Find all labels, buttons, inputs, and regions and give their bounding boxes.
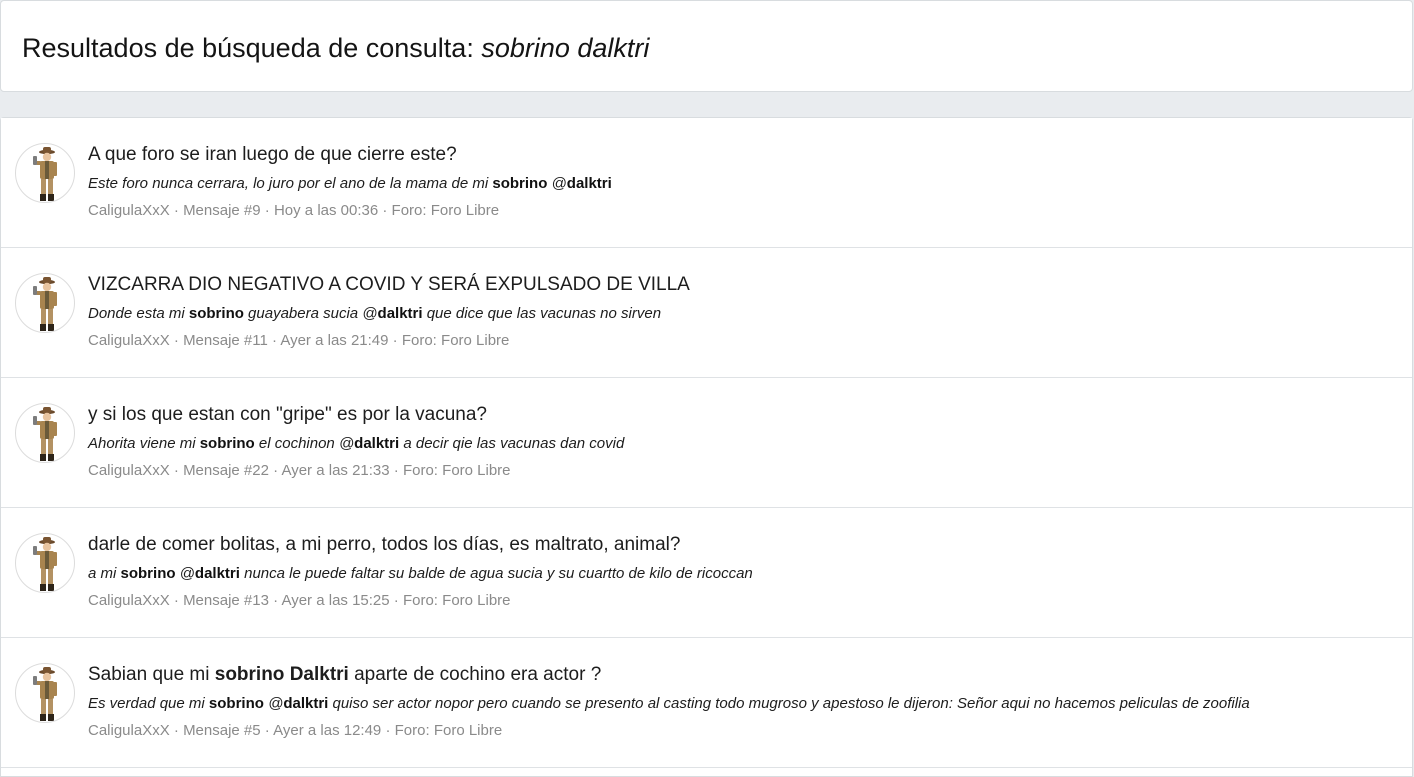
forum-label: Foro: <box>401 332 437 349</box>
result-snippet: Este foro nunca cerrara, lo juro por el … <box>88 175 612 192</box>
message-number: Mensaje #5 <box>183 722 261 739</box>
user-avatar[interactable] <box>15 403 75 463</box>
post-time: Ayer a las 15:25 <box>281 592 390 609</box>
search-query: sobrino dalktri <box>481 33 650 63</box>
post-time: Ayer a las 12:49 <box>273 722 382 739</box>
search-result: darle de comer bolitas, a mi perro, todo… <box>1 508 1412 638</box>
highlighted-match: sobrino <box>199 435 255 452</box>
highlighted-match: dalktri <box>566 175 612 192</box>
highlighted-match: sobrino <box>120 565 176 582</box>
search-result: VIZCARRA DIO NEGATIVO A COVID Y SERÁ EXP… <box>1 248 1412 378</box>
text-segment: Es verdad que mi <box>88 695 209 712</box>
forum-label: Foro: <box>391 202 427 219</box>
highlighted-match: dalktri <box>354 435 400 452</box>
post-time: Ayer a las 21:49 <box>280 332 389 349</box>
user-avatar[interactable] <box>15 533 75 593</box>
author-link[interactable]: CaligulaXxX <box>88 592 170 609</box>
text-segment: Donde esta mi <box>88 305 189 322</box>
text-segment: Ahorita viene mi <box>88 435 200 452</box>
forum-label: Foro: <box>402 462 438 479</box>
page-title: Resultados de búsqueda de consulta: sobr… <box>22 33 649 64</box>
highlighted-match: sobrino <box>208 695 264 712</box>
text-segment: aparte de cochino era actor ? <box>348 664 602 685</box>
message-number: Mensaje #11 <box>183 332 268 349</box>
highlighted-match: dalktri <box>283 695 329 712</box>
message-number: Mensaje #9 <box>183 202 261 219</box>
author-link[interactable]: CaligulaXxX <box>88 332 170 349</box>
message-number: Mensaje #22 <box>183 462 269 479</box>
result-snippet: Es verdad que mi sobrino @dalktri quiso … <box>88 695 1250 712</box>
text-segment: @ <box>263 695 284 712</box>
highlighted-match: dalktri <box>194 565 240 582</box>
highlighted-match: dalktri <box>377 305 423 322</box>
search-result: y si los que estan con "gripe" es por la… <box>1 378 1412 508</box>
author-link[interactable]: CaligulaXxX <box>88 722 170 739</box>
cowboy-figure-icon <box>33 147 57 201</box>
text-segment: quiso ser actor nopor pero cuando se pre… <box>328 695 1250 712</box>
highlighted-match: sobrino <box>492 175 548 192</box>
search-result: Sabian que mi sobrino Dalktri aparte de … <box>1 638 1412 768</box>
search-result: A que foro se iran luego de que cierre e… <box>1 118 1412 248</box>
text-segment: Este foro nunca cerrara, lo juro por el … <box>88 175 493 192</box>
result-snippet: Ahorita viene mi sobrino el cochinon @da… <box>88 435 624 452</box>
result-meta: CaligulaXxX · Mensaje #22 · Ayer a las 2… <box>88 462 511 479</box>
forum-link[interactable]: Foro Libre <box>442 592 510 609</box>
highlighted-match: sobrino <box>188 305 244 322</box>
text-segment: a mi <box>88 565 121 582</box>
post-time: Hoy a las 00:36 <box>273 202 379 219</box>
cowboy-figure-icon <box>33 537 57 591</box>
search-header: Resultados de búsqueda de consulta: sobr… <box>0 0 1413 92</box>
forum-link[interactable]: Foro Libre <box>442 462 510 479</box>
message-number: Mensaje #13 <box>183 592 269 609</box>
text-segment: el cochinon @ <box>254 435 355 452</box>
search-results-list: A que foro se iran luego de que cierre e… <box>0 117 1413 777</box>
text-segment: que dice que las vacunas no sirven <box>422 305 662 322</box>
result-snippet: Donde esta mi sobrino guayabera sucia @d… <box>88 305 661 322</box>
text-segment: guayabera sucia @ <box>243 305 378 322</box>
text-segment: a decir qie las vacunas dan covid <box>399 435 625 452</box>
result-title-link[interactable]: A que foro se iran luego de que cierre e… <box>88 144 457 166</box>
cowboy-figure-icon <box>33 407 57 461</box>
result-snippet: a mi sobrino @dalktri nunca le puede fal… <box>88 565 753 582</box>
text-segment: Sabian que mi <box>88 664 215 685</box>
user-avatar[interactable] <box>15 663 75 723</box>
cowboy-figure-icon <box>33 667 57 721</box>
post-time: Ayer a las 21:33 <box>281 462 390 479</box>
result-meta: CaligulaXxX · Mensaje #13 · Ayer a las 1… <box>88 592 511 609</box>
user-avatar[interactable] <box>15 273 75 333</box>
forum-label: Foro: <box>402 592 438 609</box>
user-avatar[interactable] <box>15 143 75 203</box>
highlighted-match: sobrino Dalktri <box>214 664 349 685</box>
page-title-prefix: Resultados de búsqueda de consulta: <box>22 33 474 63</box>
result-title-link[interactable]: VIZCARRA DIO NEGATIVO A COVID Y SERÁ EXP… <box>88 274 690 296</box>
author-link[interactable]: CaligulaXxX <box>88 202 170 219</box>
cowboy-figure-icon <box>33 277 57 331</box>
forum-link[interactable]: Foro Libre <box>434 722 502 739</box>
result-meta: CaligulaXxX · Mensaje #9 · Hoy a las 00:… <box>88 202 500 219</box>
result-title-link[interactable]: darle de comer bolitas, a mi perro, todo… <box>88 534 680 556</box>
result-meta: CaligulaXxX · Mensaje #5 · Ayer a las 12… <box>88 722 503 739</box>
result-title-link[interactable]: Sabian que mi sobrino Dalktri aparte de … <box>88 664 601 686</box>
forum-link[interactable]: Foro Libre <box>431 202 499 219</box>
result-meta: CaligulaXxX · Mensaje #11 · Ayer a las 2… <box>88 332 510 349</box>
result-title-link[interactable]: y si los que estan con "gripe" es por la… <box>88 404 487 426</box>
text-segment: @ <box>175 565 195 582</box>
forum-link[interactable]: Foro Libre <box>441 332 509 349</box>
text-segment: nunca le puede faltar su balde de agua s… <box>239 565 753 582</box>
text-segment: @ <box>547 175 567 192</box>
forum-label: Foro: <box>394 722 430 739</box>
author-link[interactable]: CaligulaXxX <box>88 462 170 479</box>
